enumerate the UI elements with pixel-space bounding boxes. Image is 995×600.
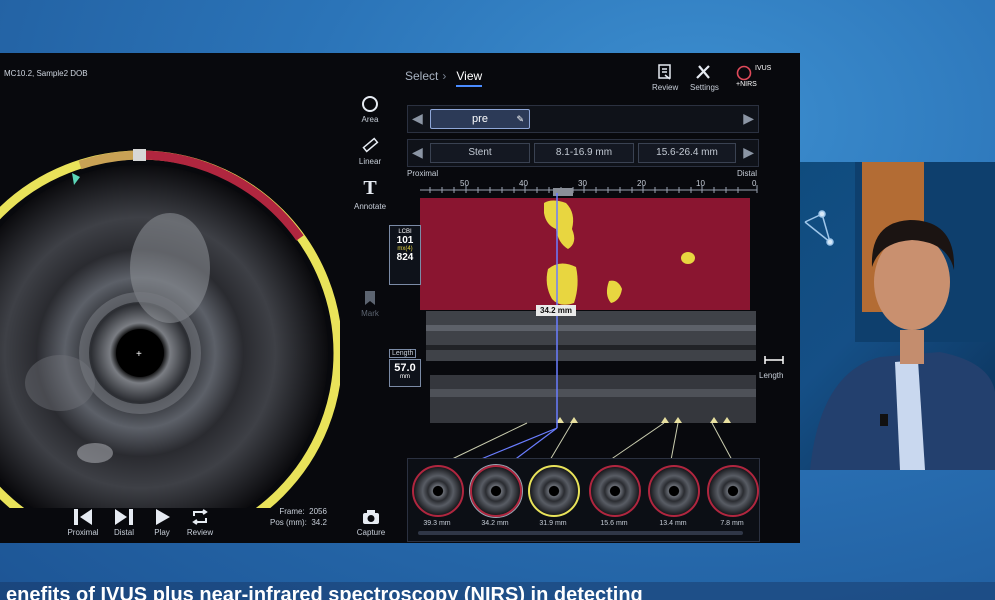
thumbnail-image [707, 465, 759, 517]
thumbnail-label: 31.9 mm [539, 520, 567, 527]
play-button[interactable]: Play [142, 508, 182, 537]
thumbnail-scrollbar[interactable] [418, 531, 743, 535]
play-label: Play [154, 528, 170, 537]
frame-thumbnail-strip: 39.3 mm 34.2 mm 31.9 mm 15.6 mm 13.4 mm … [407, 458, 760, 542]
thumbnail-frame[interactable]: 31.9 mm [528, 465, 580, 527]
ivus-application-window: MC10.2, Sample2 DOB + Area Linear T Anno… [0, 53, 800, 543]
presenter-video [800, 162, 995, 470]
length-unit: mm [400, 374, 410, 380]
proximal-label: Proximal [67, 528, 99, 537]
thumbnail-image [648, 465, 700, 517]
distal-button[interactable]: Distal [104, 508, 144, 537]
distal-icon [115, 509, 133, 525]
thumbnail-frame[interactable]: 15.6 mm [589, 465, 641, 527]
frame-info: Frame: 2056 Pos (mm): 34.2 [270, 506, 327, 528]
length-value: 57.0 [394, 362, 416, 374]
proximal-button[interactable]: Proximal [63, 508, 103, 537]
caption-banner: enefits of IVUS plus near-infrared spect… [0, 582, 995, 600]
thumbnail-image [412, 465, 464, 517]
proximal-icon [74, 509, 92, 525]
segment-range-marker[interactable] [553, 188, 573, 196]
review-loop-label: Review [186, 528, 214, 537]
lipid-core-region [681, 252, 695, 264]
presenter-image [804, 162, 995, 470]
thumbnail-label: 13.4 mm [659, 520, 687, 527]
longitudinal-ivus-upper[interactable] [426, 311, 756, 361]
lcbi-max4-value: 824 [396, 252, 414, 263]
thumbnail-frame[interactable]: 7.8 mm [707, 465, 759, 527]
length-marker-icon[interactable] [764, 356, 784, 364]
caption-text: enefits of IVUS plus near-infrared spect… [6, 584, 643, 600]
capture-button[interactable]: Capture [351, 508, 391, 537]
thumbnail-image [469, 464, 523, 518]
lcbi-value: 101 [396, 235, 414, 246]
thumbnail-label: 7.8 mm [720, 520, 744, 527]
cursor-position-label: 34.2 mm [536, 305, 577, 316]
thumbnail-image [528, 465, 580, 517]
pos-label: Pos (mm): [270, 518, 307, 527]
capture-label: Capture [356, 528, 386, 537]
loop-icon [192, 509, 208, 525]
play-icon [156, 509, 170, 525]
frame-label: Frame: [279, 507, 305, 516]
pos-value: 34.2 [311, 518, 327, 527]
lcbi-box: LCBI 101 mx(4) 824 [389, 225, 421, 285]
nirs-chemogram[interactable] [420, 198, 750, 310]
thumbnail-frame[interactable]: 39.3 mm [412, 465, 464, 527]
thumbnail-label: 15.6 mm [600, 520, 628, 527]
review-loop-button[interactable]: Review [180, 508, 220, 537]
thumbnail-frame[interactable]: 13.4 mm [648, 465, 700, 527]
frame-value: 2056 [309, 507, 327, 516]
longitudinal-ivus-lower[interactable] [430, 375, 756, 423]
length-title: Length [389, 349, 417, 358]
length-box: 57.0 mm [389, 359, 421, 387]
thumbnail-label: 39.3 mm [423, 520, 451, 527]
thumbnail-image [589, 465, 641, 517]
length-side-label: Length [759, 371, 784, 380]
distal-label: Distal [113, 528, 134, 537]
thumbnail-frame-selected[interactable]: 34.2 mm [469, 464, 523, 527]
camera-icon [363, 510, 379, 524]
thumbnail-label: 34.2 mm [481, 520, 509, 527]
